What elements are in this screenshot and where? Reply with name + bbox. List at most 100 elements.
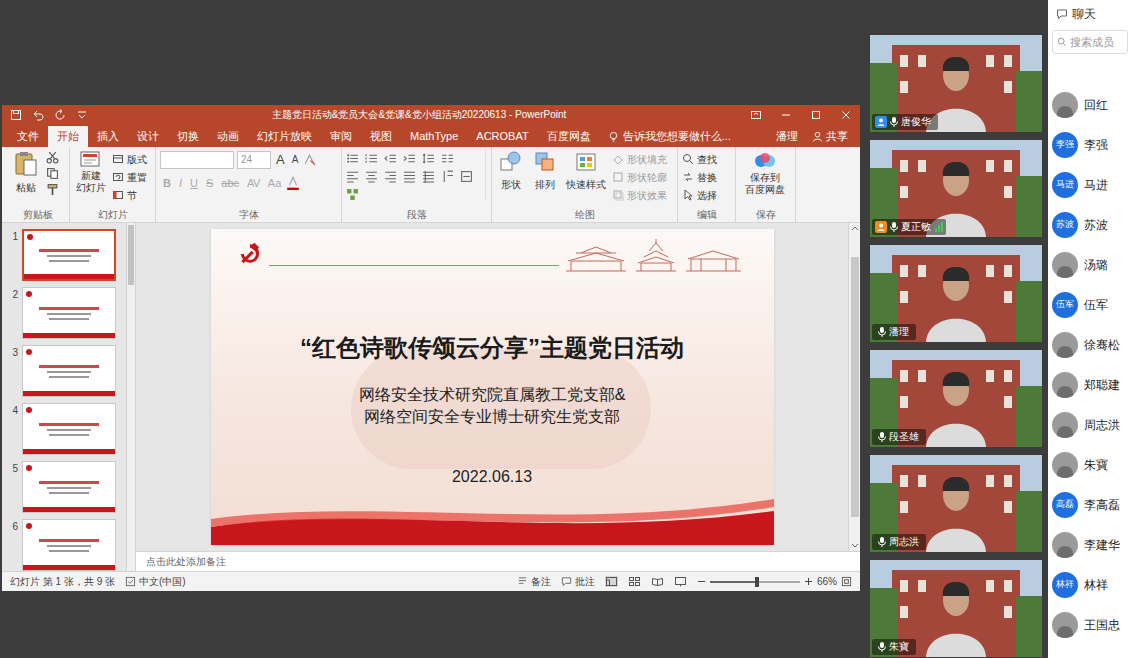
layout-button[interactable]: 版式 [112,150,147,168]
grow-font-button[interactable]: A [274,150,287,170]
ribbon-tab[interactable]: 插入 [88,126,128,147]
shape-outline-button[interactable]: 形状轮廓 [612,168,667,186]
member-row[interactable]: 朱寶 [1048,445,1132,485]
ribbon-tab[interactable]: 动画 [208,126,248,147]
scroll-down-icon[interactable] [851,541,859,549]
video-tile[interactable]: 段圣雄 [870,350,1042,447]
new-slide-button[interactable]: 新建幻灯片 [74,150,108,194]
zoom-out-icon[interactable] [697,577,706,586]
arrange-button[interactable]: 排列 [530,150,560,192]
strike-abc-button[interactable]: abc [218,175,242,192]
font-color-icon[interactable] [286,176,300,190]
underline-button[interactable]: U [187,175,201,192]
scroll-thumb[interactable] [128,225,134,285]
clear-format-icon[interactable] [303,153,316,166]
member-row[interactable]: 周志洪 [1048,405,1132,445]
language-indicator[interactable]: 中文(中国) [125,574,186,589]
change-case-button[interactable]: Aa [265,175,284,192]
customize-icon[interactable] [76,109,88,121]
ribbon-tab[interactable]: 百度网盘 [538,126,600,147]
thumbnail[interactable] [22,461,116,513]
notes-button[interactable]: 备注 [517,574,551,589]
distribute-icon[interactable] [422,170,435,183]
ribbon-tab[interactable]: 幻灯片放映 [248,126,321,147]
member-row[interactable]: 马进马进 [1048,165,1132,205]
undo-icon[interactable] [32,109,44,121]
ribbon-tab[interactable]: 设计 [128,126,168,147]
thumbnail-row[interactable]: 5 [6,461,126,513]
zoom-in-icon[interactable] [804,577,813,586]
fit-slide-icon[interactable] [841,576,852,587]
member-row[interactable]: 回红 [1048,85,1132,125]
shape-effects-button[interactable]: 形状效果 [612,186,667,204]
columns-icon[interactable] [441,152,454,165]
thumbnail[interactable] [22,287,116,339]
slide-scrollbar[interactable] [848,223,860,551]
member-row[interactable]: 伍军伍军 [1048,285,1132,325]
ribbon-tab[interactable]: 文件 [8,126,48,147]
member-row[interactable]: 苏波苏波 [1048,205,1132,245]
justify-icon[interactable] [403,170,416,183]
user-name[interactable]: 潘理 [768,126,806,147]
member-row[interactable]: 汤璐 [1048,245,1132,285]
ribbon-tab[interactable]: 开始 [48,126,88,147]
replace-button[interactable]: 替换 [682,168,717,186]
thumbnail-row[interactable]: 4 [6,403,126,455]
cut-icon[interactable] [46,151,59,164]
align-center-icon[interactable] [365,170,378,183]
sorter-view-icon[interactable] [628,576,641,587]
comments-button[interactable]: 批注 [561,574,595,589]
thumbnail[interactable] [22,519,116,571]
numbering-icon[interactable] [365,152,378,165]
slideshow-icon[interactable] [674,576,687,587]
ribbon-tab[interactable]: 视图 [361,126,401,147]
thumbnail[interactable] [22,403,116,455]
thumbnail[interactable] [22,229,116,281]
scroll-up-icon[interactable] [851,225,859,233]
format-painter-icon[interactable] [46,183,59,196]
thumbnail-scrollbar[interactable] [126,223,136,571]
shapes-button[interactable]: 形状 [496,150,526,192]
quick-styles-button[interactable]: 快速样式 [564,150,608,192]
text-direction-icon[interactable] [441,170,454,183]
member-row[interactable]: 高磊李高磊 [1048,485,1132,525]
shape-fill-button[interactable]: 形状填充 [612,150,667,168]
minimize-icon[interactable] [780,109,792,121]
member-search-input[interactable] [1070,34,1123,51]
section-button[interactable]: 节 [112,186,147,204]
close-icon[interactable] [840,109,852,121]
chat-title[interactable]: 聊天 [1072,5,1096,23]
member-row[interactable]: 林祥林祥 [1048,565,1132,605]
line-spacing-icon[interactable] [422,152,435,165]
save-to-baidu-button[interactable]: 保存到百度网盘 [740,150,790,196]
font-name-field[interactable] [160,151,234,169]
smartart-icon[interactable] [346,188,359,201]
zoom-slider[interactable] [710,581,800,583]
thumbnail-row[interactable]: 6 [6,519,126,571]
redo-icon[interactable] [54,109,66,121]
align-left-icon[interactable] [346,170,359,183]
maximize-icon[interactable] [810,109,822,121]
video-tile[interactable]: 朱寶 [870,560,1042,657]
copy-icon[interactable] [46,167,59,180]
ribbon-tab[interactable]: 切换 [168,126,208,147]
reading-view-icon[interactable] [651,576,664,587]
video-tile[interactable]: 周志洪 [870,455,1042,552]
ribbon-tab[interactable]: 审阅 [321,126,361,147]
zoom-level[interactable]: 66% [817,574,837,589]
notes-pane[interactable]: 点击此处添加备注 [136,551,860,571]
ribbon-tab[interactable]: ACROBAT [467,126,537,147]
bold-button[interactable]: B [160,175,174,192]
video-tile[interactable]: 唐俊华 [870,35,1042,132]
shrink-font-button[interactable]: A [290,152,301,167]
ribbon-display-icon[interactable] [750,109,762,121]
decrease-indent-icon[interactable] [384,152,397,165]
share-button[interactable]: 共享 [806,126,854,147]
tell-me-box[interactable]: 告诉我您想要做什么... [608,126,731,147]
video-tile[interactable]: 潘理 [870,245,1042,342]
save-icon[interactable] [10,109,22,121]
spacing-button[interactable]: AV [244,175,263,192]
ribbon-tab[interactable]: MathType [401,126,467,147]
thumbnail-row[interactable]: 3 [6,345,126,397]
find-button[interactable]: 查找 [682,150,717,168]
